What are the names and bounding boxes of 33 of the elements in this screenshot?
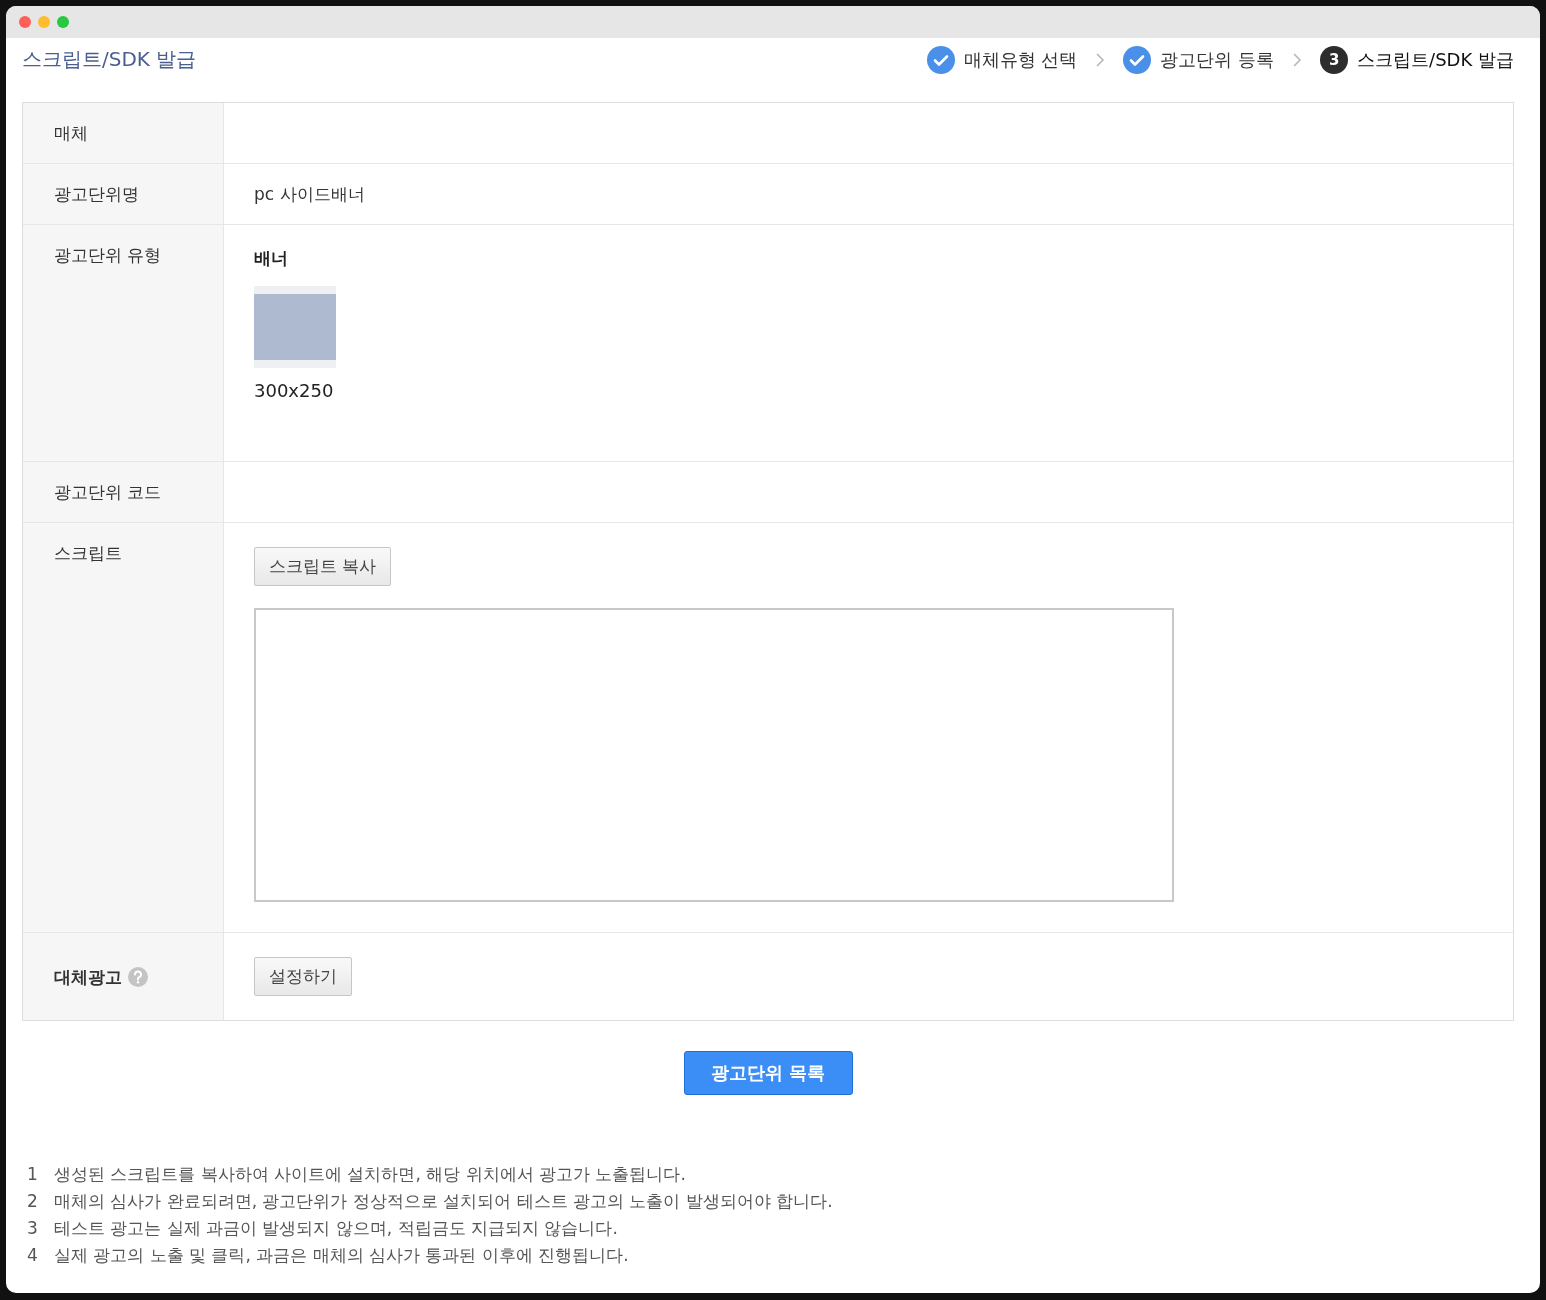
check-circle-icon [1123, 46, 1152, 74]
note-number: 2 [27, 1190, 38, 1213]
help-icon[interactable] [128, 967, 148, 987]
copy-script-button[interactable]: 스크립트 복사 [254, 547, 392, 586]
note-number: 4 [27, 1244, 38, 1267]
minimize-button[interactable] [38, 16, 50, 28]
note-text: 매체의 심사가 완료되려면, 광고단위가 정상적으로 설치되어 테스트 광고의 노출이 발생되어야 합니다. [53, 1190, 833, 1213]
banner-size: 300x250 [254, 380, 335, 401]
chevron-right-icon [1292, 52, 1303, 68]
row-label: 광고단위 코드 [54, 481, 162, 504]
close-button[interactable] [19, 16, 31, 28]
row-label: 대체광고 [54, 966, 122, 989]
step-label: 광고단위 등록 [1160, 48, 1275, 72]
row-label: 스크립트 [54, 542, 122, 565]
step-label: 스크립트/SDK 발급 [1357, 48, 1514, 72]
chevron-right-icon [1095, 52, 1106, 68]
settings-button[interactable]: 설정하기 [254, 957, 352, 996]
row-label: 광고단위 유형 [54, 244, 162, 267]
note-text: 생성된 스크립트를 복사하여 사이트에 설치하면, 해당 위치에서 광고가 노출됩니다. [53, 1163, 686, 1186]
page-title: 스크립트/SDK 발급 [22, 46, 197, 73]
row-label: 매체 [54, 122, 88, 145]
step-label: 매체유형 선택 [963, 48, 1078, 72]
ad-unit-name: pc 사이드배너 [254, 184, 365, 204]
row-label: 광고단위명 [54, 183, 139, 206]
note-text: 실제 광고의 노출 및 클릭, 과금은 매체의 심사가 통과된 이후에 진행됩니다. [53, 1244, 629, 1267]
note-number: 3 [27, 1217, 38, 1240]
maximize-button[interactable] [57, 16, 69, 28]
script-textarea[interactable] [254, 608, 1174, 902]
note-number: 1 [27, 1163, 38, 1186]
ad-type-name: 배너 [254, 247, 289, 270]
step-number-badge: 3 [1320, 46, 1349, 74]
note-text: 테스트 광고는 실제 과금이 발생되지 않으며, 적립금도 지급되지 않습니다. [53, 1217, 618, 1240]
check-circle-icon [926, 46, 955, 74]
